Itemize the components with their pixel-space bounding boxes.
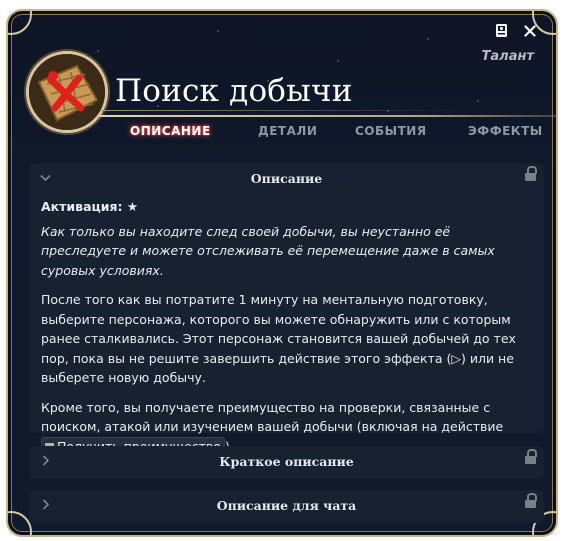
- window-controls: [495, 23, 536, 41]
- lock-icon[interactable]: [525, 166, 537, 181]
- tab-details[interactable]: ДЕТАЛИ: [258, 124, 317, 138]
- tab-effects[interactable]: ЭФФЕКТЫ: [468, 124, 543, 138]
- tab-description[interactable]: ОПИСАНИЕ: [130, 124, 211, 138]
- chat-description-panel-header[interactable]: Описание для чата: [29, 490, 544, 521]
- talent-portrait-image[interactable]: [26, 51, 108, 133]
- chevron-down-icon: [39, 171, 52, 188]
- activation-line: Активация: ★: [41, 199, 139, 214]
- flavor-text: Как только вы находите след своей добычи…: [41, 223, 495, 278]
- book-icon[interactable]: [495, 23, 508, 41]
- short-description-panel-title: Краткое описание: [219, 454, 354, 469]
- rules-text: Кроме того, вы получаете преимущество на…: [41, 399, 504, 435]
- description-panel-header[interactable]: Описание: [29, 163, 544, 194]
- short-description-panel: Краткое описание: [29, 446, 544, 479]
- chat-description-panel-title: Описание для чата: [216, 498, 357, 513]
- description-panel: Описание Активация: ★ Как только вы нахо…: [29, 163, 544, 456]
- description-panel-title: Описание: [250, 171, 323, 186]
- item-type-label: Талант: [481, 49, 534, 64]
- tab-bar: ОПИСАНИЕ ДЕТАЛИ СОБЫТИЯ ЭФФЕКТЫ: [124, 124, 554, 142]
- chat-description-panel: Описание для чата: [29, 490, 544, 523]
- corner-ornament: [8, 11, 32, 35]
- short-description-panel-header[interactable]: Краткое описание: [29, 446, 544, 477]
- title-divider: [100, 110, 460, 111]
- rules-paragraph: После того как вы потратите 1 минуту на …: [41, 292, 516, 385]
- tab-events[interactable]: СОБЫТИЯ: [355, 124, 427, 138]
- chevron-right-icon: [39, 498, 52, 515]
- lock-icon[interactable]: [525, 493, 537, 508]
- description-content: Активация: ★ Как только вы находите след…: [29, 194, 544, 456]
- title-divider: [100, 115, 556, 117]
- chevron-right-icon: [39, 454, 52, 471]
- page-title: Поиск добычи: [115, 73, 353, 109]
- lock-icon[interactable]: [525, 449, 537, 464]
- close-icon[interactable]: [524, 24, 536, 40]
- item-sheet-window: Талант Поиск добычи ОПИСАНИЕ ДЕТАЛИ СОБЫ…: [6, 9, 558, 537]
